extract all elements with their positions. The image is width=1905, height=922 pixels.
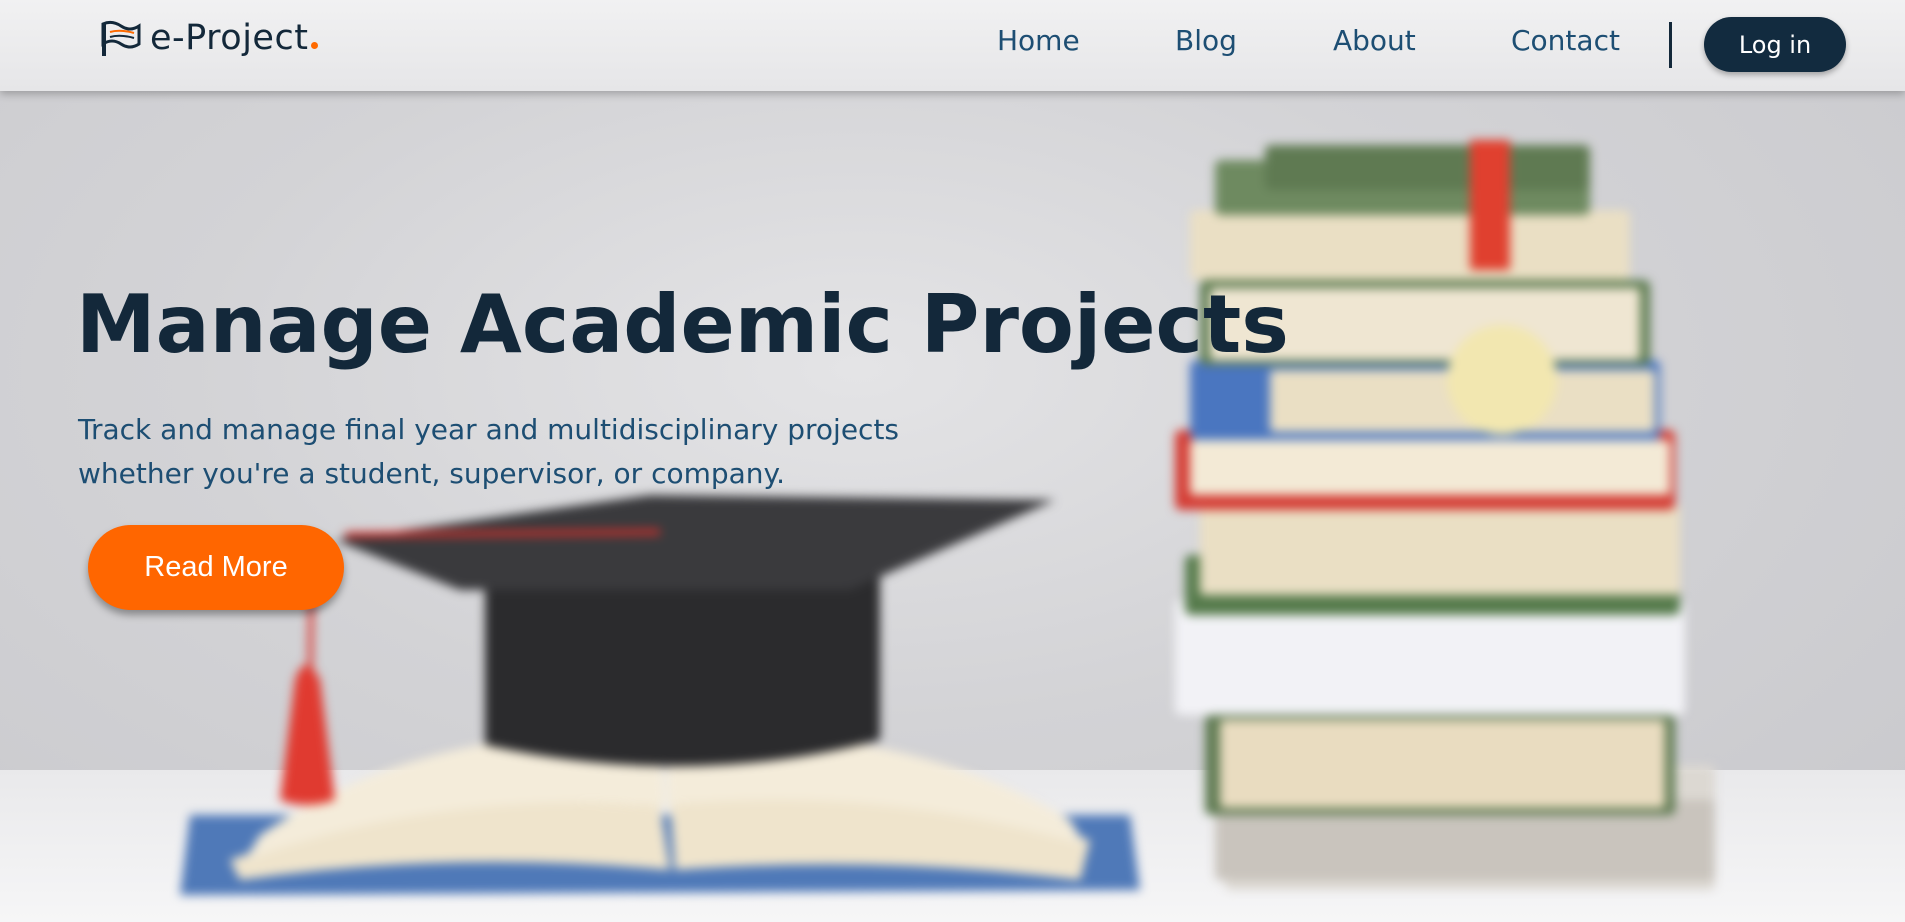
top-navbar: e-Project Home Blog About Contact Log in bbox=[0, 0, 1905, 91]
brand-dot bbox=[311, 41, 319, 49]
hero-title: Manage Academic Projects bbox=[76, 278, 1289, 371]
hero-subtitle-line-2: whether you're a student, supervisor, or… bbox=[78, 457, 786, 490]
nav-about-link[interactable]: About bbox=[1333, 24, 1416, 57]
hero-subtitle: Track and manage final year and multidis… bbox=[78, 408, 938, 496]
brand-logo[interactable]: e-Project bbox=[100, 18, 319, 58]
nav-divider bbox=[1669, 22, 1672, 68]
flag-logo-icon bbox=[101, 20, 141, 56]
read-more-button[interactable]: Read More bbox=[88, 525, 344, 610]
nav-blog-link[interactable]: Blog bbox=[1175, 24, 1237, 57]
nav-home-link[interactable]: Home bbox=[997, 24, 1080, 57]
nav-contact-link[interactable]: Contact bbox=[1511, 24, 1620, 57]
hero-subtitle-line-1: Track and manage final year and multidis… bbox=[78, 413, 900, 446]
brand-name: e-Project bbox=[150, 18, 309, 58]
login-button[interactable]: Log in bbox=[1704, 17, 1846, 72]
